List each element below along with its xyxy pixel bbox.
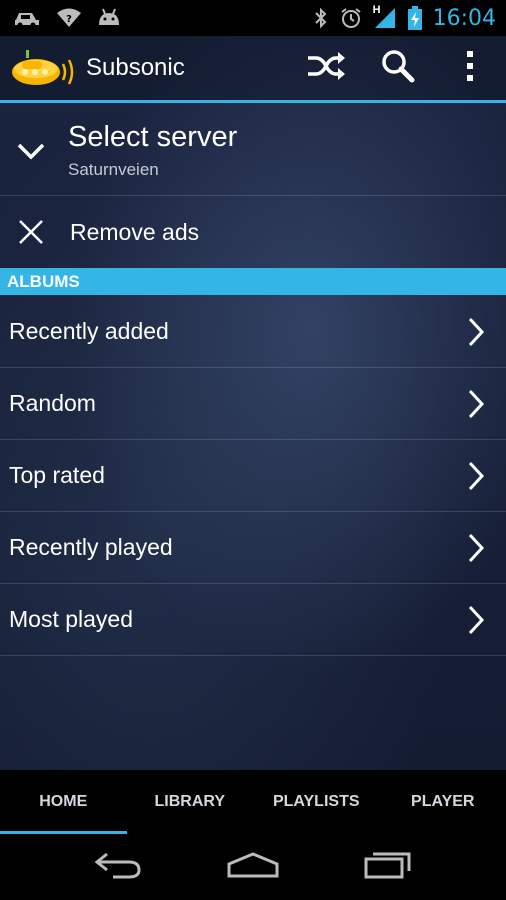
svg-text:?: ? xyxy=(66,14,72,25)
close-icon xyxy=(0,218,62,246)
shuffle-button[interactable] xyxy=(290,36,362,100)
home-button[interactable] xyxy=(213,842,293,892)
wifi-question-icon: ? xyxy=(56,7,82,29)
album-list: Recently added Random Top rated Recently… xyxy=(0,296,506,656)
overflow-menu-icon xyxy=(465,50,475,87)
back-button[interactable] xyxy=(78,842,158,892)
car-icon xyxy=(12,8,42,28)
overflow-menu-button[interactable] xyxy=(434,36,506,100)
home-icon xyxy=(225,850,281,885)
app-content: Subsonic Select server Saturnveien Remov… xyxy=(0,36,506,770)
chevron-right-icon xyxy=(446,605,506,635)
signal-icon: H xyxy=(372,4,397,30)
list-item-label: Recently played xyxy=(9,534,173,560)
subsonic-submarine-icon[interactable] xyxy=(10,48,78,88)
system-nav-bar xyxy=(0,834,506,900)
list-item-recently-played[interactable]: Recently played xyxy=(0,512,506,584)
battery-charging-icon xyxy=(407,5,423,31)
server-title: Select server xyxy=(68,121,238,153)
tab-library[interactable]: LIBRARY xyxy=(127,770,254,834)
tab-home[interactable]: HOME xyxy=(0,770,127,834)
app-title: Subsonic xyxy=(86,54,185,81)
shuffle-icon xyxy=(306,50,346,87)
list-item-label: Most played xyxy=(9,606,134,632)
chevron-right-icon xyxy=(446,533,506,563)
list-item-top-rated[interactable]: Top rated xyxy=(0,440,506,512)
bluetooth-icon xyxy=(313,6,329,30)
recents-button[interactable] xyxy=(348,842,428,892)
list-item-most-played[interactable]: Most played xyxy=(0,584,506,656)
alarm-icon xyxy=(339,6,363,30)
list-item-random[interactable]: Random xyxy=(0,368,506,440)
chevron-right-icon xyxy=(446,389,506,419)
tab-player[interactable]: PLAYER xyxy=(380,770,506,834)
chevron-right-icon xyxy=(446,461,506,491)
recents-icon xyxy=(363,850,413,885)
select-server-row[interactable]: Select server Saturnveien xyxy=(0,106,506,196)
server-subtitle: Saturnveien xyxy=(68,160,159,179)
albums-section-header: ALBUMS xyxy=(0,268,506,295)
status-time: 16:04 xyxy=(432,5,496,31)
remove-ads-label: Remove ads xyxy=(70,218,200,245)
search-button[interactable] xyxy=(362,36,434,100)
chevron-right-icon xyxy=(446,317,506,347)
back-icon xyxy=(93,850,143,885)
list-item-recently-added[interactable]: Recently added xyxy=(0,296,506,368)
chevron-down-icon xyxy=(0,141,62,161)
list-item-label: Recently added xyxy=(9,318,169,344)
tab-playlists[interactable]: PLAYLISTS xyxy=(253,770,380,834)
network-type-label: H xyxy=(372,4,381,16)
bottom-tab-bar: HOME LIBRARY PLAYLISTS PLAYER xyxy=(0,770,506,834)
list-item-label: Random xyxy=(9,390,96,416)
list-item-label: Top rated xyxy=(9,462,105,488)
status-bar: ? H 16:04 xyxy=(0,0,506,36)
remove-ads-row[interactable]: Remove ads xyxy=(0,196,506,268)
android-icon xyxy=(96,7,122,29)
action-bar: Subsonic xyxy=(0,36,506,103)
search-icon xyxy=(381,49,415,88)
